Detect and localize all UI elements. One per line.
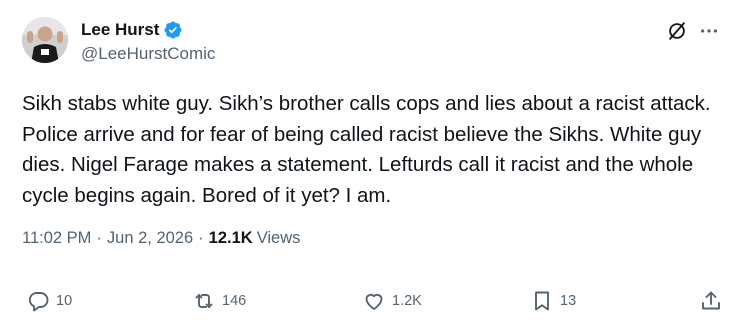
author-name-row[interactable]: Lee Hurst bbox=[81, 19, 183, 41]
author-handle[interactable]: @LeeHurstComic bbox=[81, 44, 215, 64]
tweet-time[interactable]: 11:02 PM bbox=[22, 229, 91, 248]
meta-separator: · bbox=[96, 229, 102, 247]
tweet-date[interactable]: Jun 2, 2026 bbox=[107, 229, 193, 248]
views-label[interactable]: Views bbox=[257, 229, 301, 248]
retweet-count: 146 bbox=[222, 293, 247, 309]
avatar-image bbox=[22, 17, 68, 63]
tweet-action-bar: 10 146 1.2K 13 bbox=[22, 288, 726, 314]
avatar[interactable] bbox=[22, 17, 68, 63]
reply-count: 10 bbox=[56, 293, 73, 309]
like-count: 1.2K bbox=[392, 293, 422, 309]
grok-icon[interactable] bbox=[666, 20, 688, 42]
views-count[interactable]: 12.1K bbox=[209, 229, 253, 248]
like-button[interactable]: 1.2K bbox=[362, 288, 422, 314]
share-icon bbox=[699, 289, 723, 313]
retweet-icon bbox=[192, 289, 216, 313]
more-icon[interactable] bbox=[698, 20, 720, 42]
meta-separator: · bbox=[198, 229, 204, 247]
tweet-top-actions bbox=[666, 20, 720, 42]
author-display-name[interactable]: Lee Hurst bbox=[81, 20, 159, 40]
verified-badge-icon[interactable] bbox=[163, 20, 183, 40]
bookmark-button[interactable]: 13 bbox=[530, 288, 576, 314]
tweet-meta: 11:02 PM · Jun 2, 2026 · 12.1K Views bbox=[22, 229, 300, 248]
tweet-card: Lee Hurst @LeeHurstComic Sikh stabs whit… bbox=[0, 0, 744, 330]
reply-icon bbox=[26, 289, 50, 313]
share-button[interactable] bbox=[699, 288, 723, 314]
tweet-text: Sikh stabs white guy. Sikh’s brother cal… bbox=[22, 92, 717, 207]
retweet-button[interactable]: 146 bbox=[192, 288, 246, 314]
bookmark-icon bbox=[530, 289, 554, 313]
reply-button[interactable]: 10 bbox=[26, 288, 72, 314]
heart-icon bbox=[362, 289, 386, 313]
bookmark-count: 13 bbox=[560, 293, 577, 309]
